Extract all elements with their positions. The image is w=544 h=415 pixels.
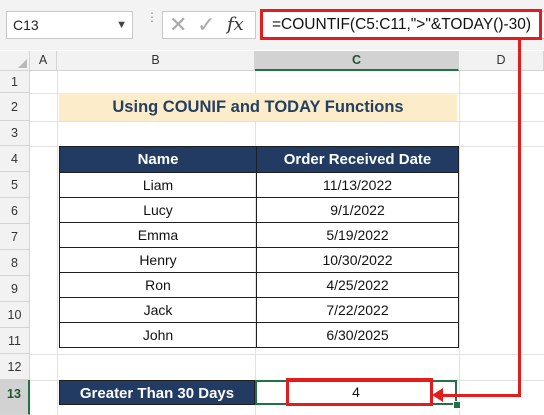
name-cell[interactable]: Liam (59, 172, 257, 198)
table-row: Lucy 9/1/2022 (59, 197, 459, 223)
row-header-9[interactable]: 9 (0, 276, 30, 302)
row-header-3[interactable]: 3 (0, 121, 30, 146)
row-header-8[interactable]: 8 (0, 250, 30, 276)
drag-handle-icon[interactable]: ⋮ (146, 11, 158, 23)
header-order-received-date[interactable]: Order Received Date (256, 146, 459, 173)
row-header-1[interactable]: 1 (0, 71, 30, 93)
row-header-6[interactable]: 6 (0, 198, 30, 224)
date-cell[interactable]: 5/19/2022 (256, 222, 459, 248)
table-row: Emma 5/19/2022 (59, 222, 459, 248)
name-box-value: C13 (13, 17, 39, 33)
name-cell[interactable]: John (59, 322, 257, 348)
row-header-12[interactable]: 12 (0, 354, 30, 380)
formula-bar-area: C13 ▼ ⋮ ✕ ✓ fx =COUNTIF(C5:C11,">"&TODAY… (0, 0, 544, 50)
name-box[interactable]: C13 ▼ (6, 11, 133, 39)
date-cell[interactable]: 6/30/2025 (256, 322, 459, 348)
row-header-11[interactable]: 11 (0, 328, 30, 354)
table-row: Henry 10/30/2022 (59, 247, 459, 273)
date-cell[interactable]: 7/22/2022 (256, 297, 459, 323)
date-cell[interactable]: 9/1/2022 (256, 197, 459, 223)
formula-highlight-box (260, 9, 542, 40)
row-header-10[interactable]: 10 (0, 302, 30, 328)
row-header-7[interactable]: 7 (0, 224, 30, 250)
name-cell[interactable]: Lucy (59, 197, 257, 223)
select-all-button[interactable] (0, 51, 30, 71)
date-cell[interactable]: 11/13/2022 (256, 172, 459, 198)
table-header-row: Name Order Received Date (59, 146, 459, 173)
column-header-b[interactable]: B (57, 51, 255, 71)
name-cell[interactable]: Henry (59, 247, 257, 273)
row-header-4[interactable]: 4 (0, 146, 30, 172)
name-cell[interactable]: Emma (59, 222, 257, 248)
connector-line (518, 40, 521, 397)
data-table: Name Order Received Date Liam 11/13/2022… (59, 146, 459, 348)
check-icon[interactable]: ✓ (197, 12, 215, 38)
row-header-2[interactable]: 2 (0, 93, 30, 121)
table-row: John 6/30/2025 (59, 322, 459, 348)
insert-function-button[interactable]: fx (227, 12, 244, 38)
header-name[interactable]: Name (59, 146, 257, 173)
x-icon[interactable]: ✕ (169, 12, 187, 38)
table-row: Ron 4/25/2022 (59, 272, 459, 298)
sheet-title[interactable]: Using COUNIF and TODAY Functions (59, 93, 457, 121)
result-highlight-box (286, 378, 433, 406)
arrow-left-icon (432, 388, 443, 402)
fill-handle[interactable] (453, 401, 461, 409)
name-cell[interactable]: Jack (59, 297, 257, 323)
column-header-c[interactable]: C (255, 51, 459, 71)
row-header-13[interactable]: 13 (0, 380, 30, 415)
table-row: Jack 7/22/2022 (59, 297, 459, 323)
row-header-5[interactable]: 5 (0, 172, 30, 198)
name-cell[interactable]: Ron (59, 272, 257, 298)
date-cell[interactable]: 10/30/2022 (256, 247, 459, 273)
date-cell[interactable]: 4/25/2022 (256, 272, 459, 298)
result-label[interactable]: Greater Than 30 Days (59, 380, 255, 405)
connector-line (441, 394, 521, 397)
chevron-down-icon[interactable]: ▼ (116, 12, 127, 38)
column-header-d[interactable]: D (459, 51, 544, 71)
formula-buttons: ✕ ✓ fx (162, 11, 256, 39)
table-row: Liam 11/13/2022 (59, 172, 459, 198)
column-header-a[interactable]: A (30, 51, 57, 71)
